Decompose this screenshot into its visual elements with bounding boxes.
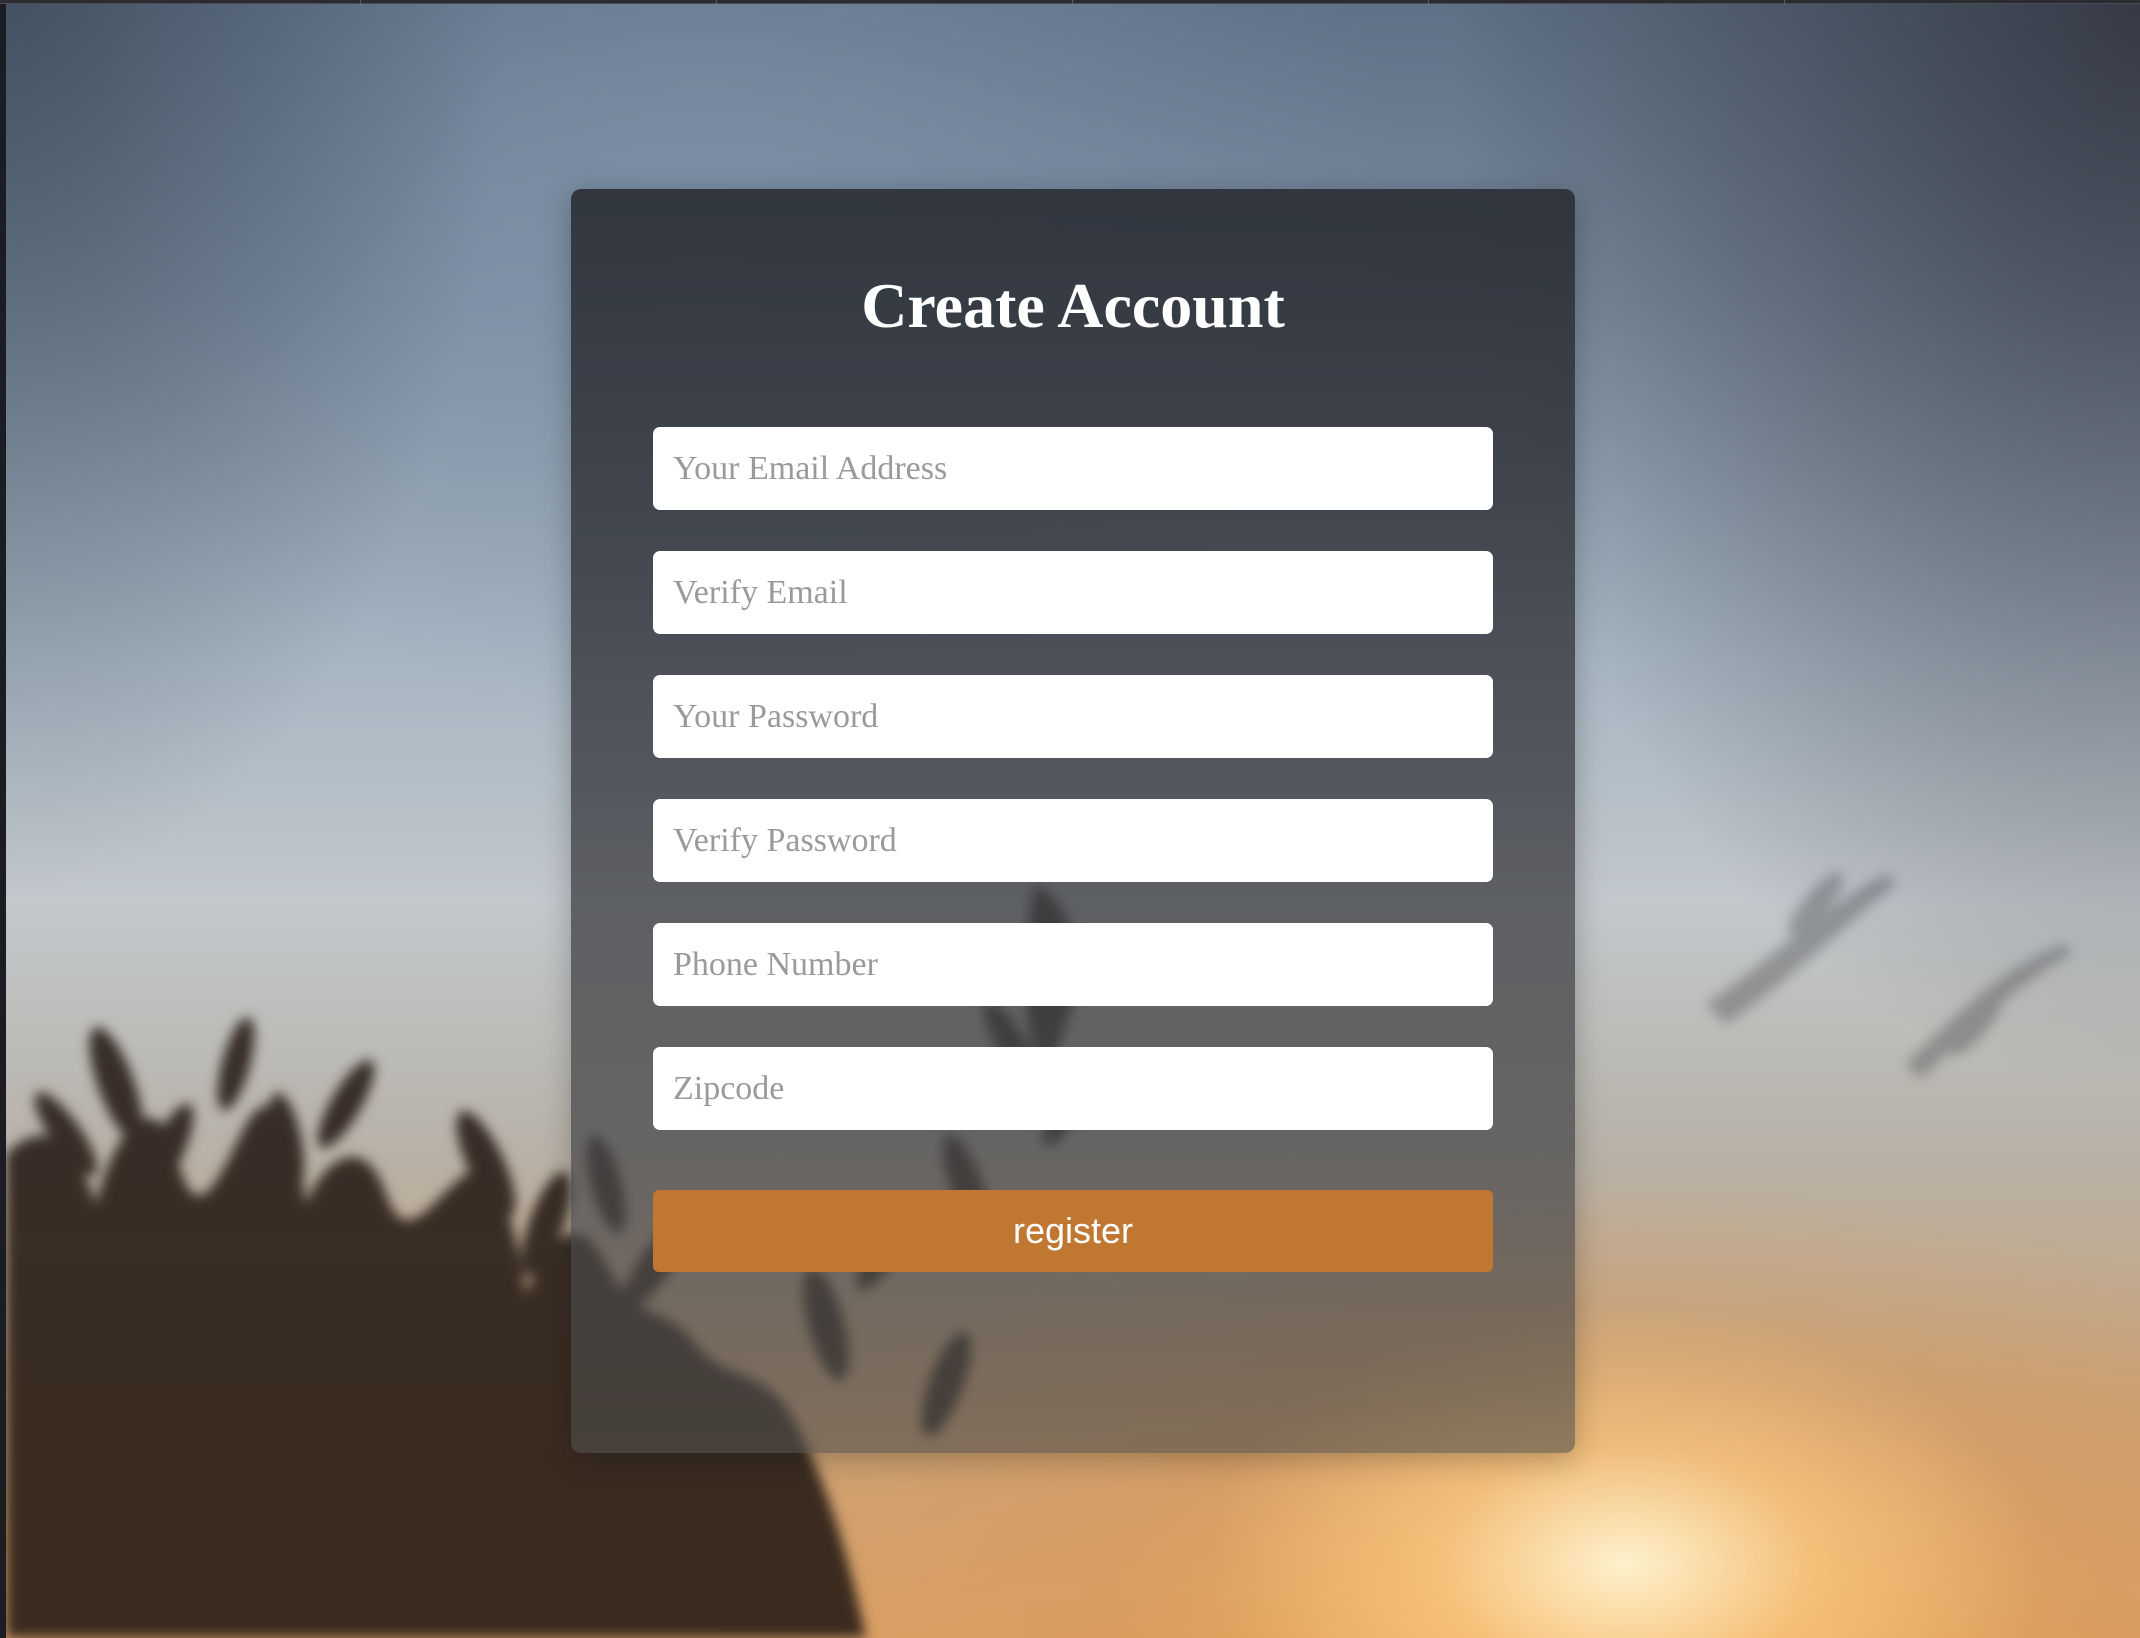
register-button[interactable]: register <box>653 1190 1493 1272</box>
page-title: Create Account <box>861 270 1285 341</box>
verify-email-field[interactable] <box>653 551 1493 634</box>
password-field[interactable] <box>653 675 1493 758</box>
zipcode-field[interactable] <box>653 1047 1493 1130</box>
verify-password-field[interactable] <box>653 799 1493 882</box>
create-account-card: Create Account register <box>571 189 1575 1453</box>
phone-number-field[interactable] <box>653 923 1493 1006</box>
email-field[interactable] <box>653 427 1493 510</box>
